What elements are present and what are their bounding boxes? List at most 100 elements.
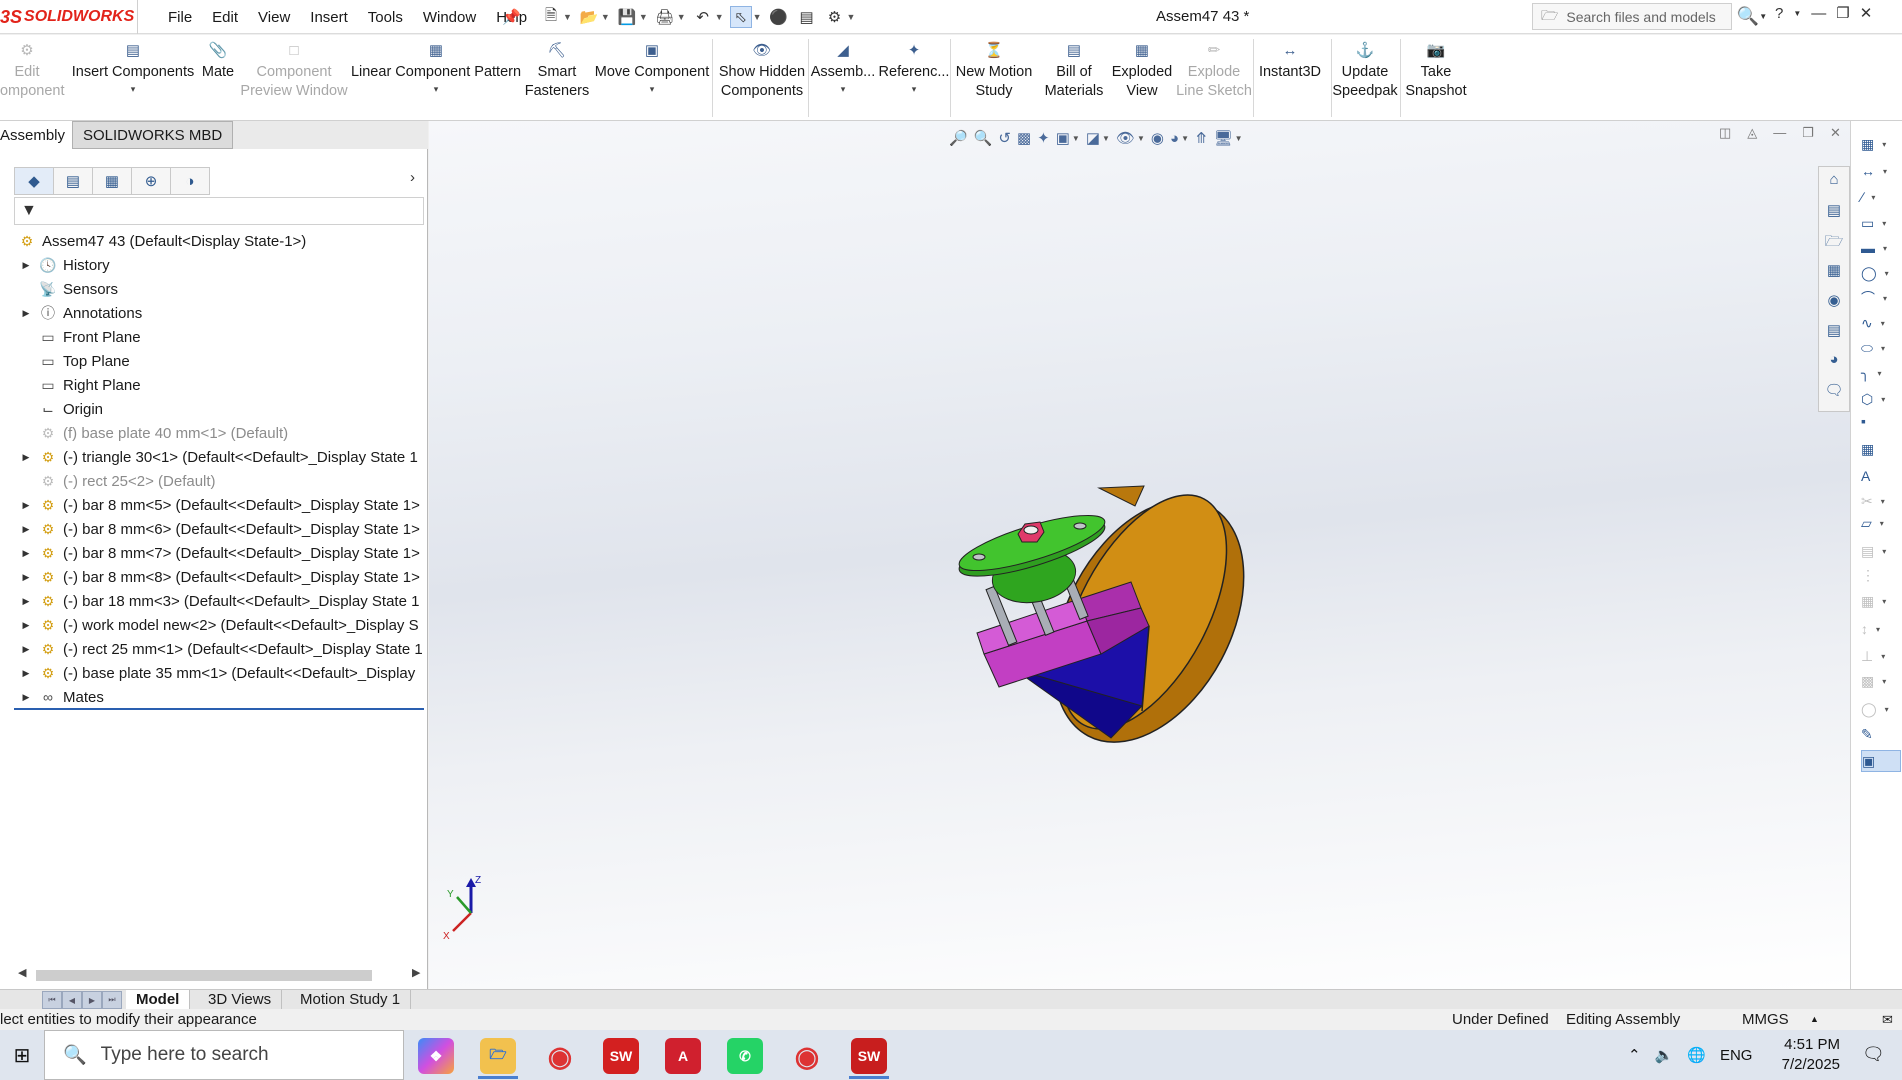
minimize-icon[interactable]: — bbox=[1811, 5, 1826, 22]
update-speedpak-button[interactable]: ⚓ Update Speedpak bbox=[1332, 41, 1397, 101]
zoom-to-fit-icon[interactable]: 🔎 bbox=[949, 129, 968, 147]
next-tab-icon[interactable]: ▶ bbox=[82, 991, 102, 1009]
bill-of-materials-button[interactable]: ▤ Bill of Materials bbox=[1045, 41, 1104, 101]
reference-geometry-button[interactable]: ✦ Referenc... ▾ bbox=[879, 41, 950, 94]
autocad-icon[interactable]: A bbox=[665, 1038, 701, 1074]
tree-item[interactable]: ▶ ⚙ (-) rect 25 mm<1> (Default<<Default>_D… bbox=[0, 637, 428, 661]
status-bar-icon[interactable]: ✉ bbox=[1882, 1009, 1893, 1030]
tree-item[interactable]: ▭ Front Plane bbox=[0, 325, 428, 349]
assembly-features-button[interactable]: ◢ Assemb... ▾ bbox=[811, 41, 875, 94]
explode-line-sketch-button[interactable]: ✏ Explode Line Sketch bbox=[1176, 41, 1252, 101]
display-relations-icon[interactable]: ⊥ ▾ bbox=[1861, 645, 1901, 667]
dimxpert-tab-icon[interactable]: ⊕ bbox=[131, 167, 171, 195]
solidworks-icon[interactable]: SW bbox=[603, 1038, 639, 1074]
fillet-icon[interactable]: ╮ ▾ bbox=[1861, 362, 1901, 384]
zoom-to-area-icon[interactable]: 🔍 bbox=[974, 129, 993, 147]
options-gear-icon[interactable]: ⚙ bbox=[824, 6, 846, 28]
sketch-icon[interactable]: ▦ ▾ bbox=[1861, 133, 1901, 155]
file-properties-icon[interactable]: ▤ bbox=[796, 6, 818, 28]
notification-icon[interactable]: 🗨 bbox=[1862, 1044, 1885, 1065]
trim-icon[interactable]: ✂ ▾ bbox=[1861, 490, 1901, 512]
restore-icon[interactable]: ❐ bbox=[1802, 125, 1814, 141]
close-icon[interactable]: ✕ bbox=[1830, 125, 1841, 141]
search-box[interactable]: 🗁 Search files and models bbox=[1532, 3, 1732, 30]
collapse-panel-icon[interactable]: ◫ bbox=[1719, 125, 1731, 141]
restore-icon[interactable]: ❐ bbox=[1836, 4, 1849, 22]
chevron-down-icon[interactable]: ▾ bbox=[1882, 597, 1886, 606]
tree-item[interactable]: ▶ ⓘ Annotations bbox=[0, 301, 428, 325]
save-icon[interactable]: 💾 bbox=[616, 6, 638, 28]
view-triad-icon[interactable]: ⤊ bbox=[1195, 129, 1208, 147]
take-snapshot-button[interactable]: 📷 Take Snapshot bbox=[1405, 41, 1466, 101]
undo-icon[interactable]: ↶ bbox=[692, 6, 714, 28]
tab-model[interactable]: Model bbox=[126, 990, 191, 1010]
mate-button[interactable]: 📎 Mate bbox=[202, 41, 234, 82]
windows-start-icon[interactable]: ⊞ bbox=[0, 1030, 44, 1080]
expand-arrow-icon[interactable]: ▶ bbox=[19, 524, 33, 535]
expand-arrow-icon[interactable]: ▶ bbox=[19, 620, 33, 631]
feature-tree-tab-icon[interactable]: ◆ bbox=[14, 167, 54, 195]
chevron-down-icon[interactable]: ▼ bbox=[753, 12, 762, 22]
solidworks-logo[interactable]: 3S SOLIDWORKS bbox=[0, 4, 135, 30]
chevron-down-icon[interactable]: ▼ bbox=[1181, 134, 1189, 143]
chevron-down-icon[interactable]: ▾ bbox=[1881, 497, 1885, 506]
chevron-down-icon[interactable]: ▾ bbox=[1881, 319, 1885, 328]
chevron-down-icon[interactable]: ▼ bbox=[1072, 134, 1080, 143]
design-library-icon[interactable]: ▤ bbox=[1827, 201, 1841, 221]
instant3d-button[interactable]: ↔ Instant3D bbox=[1259, 41, 1321, 82]
chevron-down-icon[interactable]: ▼ bbox=[715, 12, 724, 22]
view-settings-icon[interactable]: 🖥 bbox=[1214, 129, 1233, 147]
expand-panel-icon[interactable]: ◬ bbox=[1747, 125, 1757, 141]
rectangle-icon[interactable]: ▭ ▾ bbox=[1861, 212, 1901, 234]
chrome-profile-icon[interactable]: ◉ bbox=[789, 1038, 825, 1074]
configuration-manager-tab-icon[interactable]: ▦ bbox=[92, 167, 132, 195]
last-tab-icon[interactable]: ⏭ bbox=[102, 991, 122, 1009]
display-style-icon[interactable]: ◪ bbox=[1086, 129, 1100, 147]
chevron-down-icon[interactable]: ▼ bbox=[1235, 134, 1243, 143]
polygon-icon[interactable]: ⬡ ▾ bbox=[1861, 388, 1901, 410]
repair-sketch-icon[interactable]: ▩ ▾ bbox=[1861, 670, 1901, 692]
chrome-icon[interactable]: ◉ bbox=[542, 1038, 578, 1074]
display-manager-tab-icon[interactable]: ◑ bbox=[170, 167, 210, 195]
home-icon[interactable]: ⌂ bbox=[1829, 171, 1838, 191]
chevron-down-icon[interactable]: ▾ bbox=[1881, 344, 1885, 353]
menu-window[interactable]: Window bbox=[413, 9, 486, 26]
prev-tab-icon[interactable]: ◀ bbox=[62, 991, 82, 1009]
custom-properties-icon[interactable]: ▤ bbox=[1827, 321, 1841, 341]
move-entities-icon[interactable]: ↕ ▾ bbox=[1861, 618, 1901, 640]
rebuild-icon[interactable]: ⚫ bbox=[768, 6, 790, 28]
linear-component-pattern-button[interactable]: ▦ Linear Component Pattern ▾ bbox=[351, 41, 521, 94]
scrollbar-thumb[interactable] bbox=[36, 970, 372, 981]
chevron-down-icon[interactable]: ▾ bbox=[1885, 705, 1889, 714]
point-icon[interactable]: ▪ bbox=[1861, 410, 1901, 432]
property-manager-tab-icon[interactable]: ▤ bbox=[53, 167, 93, 195]
tab-solidworks-mbd[interactable]: SOLIDWORKS MBD bbox=[72, 121, 234, 149]
circle-icon[interactable]: ◯ ▾ bbox=[1861, 262, 1901, 284]
tree-root-assembly[interactable]: ⚙ Assem47 43 (Default<Display State-1>) bbox=[0, 229, 428, 253]
menu-edit[interactable]: Edit bbox=[202, 9, 248, 26]
horizontal-scrollbar[interactable]: ◀ ▶ bbox=[14, 966, 424, 984]
chevron-down-icon[interactable]: ▼ bbox=[563, 12, 572, 22]
tree-item[interactable]: ▶ ⚙ (-) bar 8 mm<5> (Default<<Default>_Dis… bbox=[0, 493, 428, 517]
smart-fasteners-button[interactable]: ⛏ Smart Fasteners bbox=[525, 41, 589, 101]
select-cursor-icon[interactable]: ⬁ bbox=[729, 6, 752, 28]
expand-arrow-icon[interactable]: ▶ bbox=[19, 668, 33, 679]
chevron-down-icon[interactable]: ▾ bbox=[1877, 369, 1881, 378]
search-icon[interactable]: 🔍 ▼ bbox=[1737, 3, 1767, 30]
chevron-down-icon[interactable]: ▼ bbox=[677, 12, 686, 22]
quick-snaps-icon[interactable]: ◯ ▾ bbox=[1861, 698, 1901, 720]
chevron-down-icon[interactable]: ▾ bbox=[1882, 219, 1886, 228]
dynamic-annotation-icon[interactable]: ✦ bbox=[1037, 129, 1050, 147]
menu-file[interactable]: File bbox=[158, 9, 202, 26]
spline-icon[interactable]: ∿ ▾ bbox=[1861, 312, 1901, 334]
menu-view[interactable]: View bbox=[248, 9, 300, 26]
tree-filter[interactable]: ▼ bbox=[14, 197, 424, 225]
solidworks-2016-icon[interactable]: SW bbox=[851, 1038, 887, 1074]
tree-item[interactable]: ▶ ⚙ (-) bar 8 mm<7> (Default<<Default>_Dis… bbox=[0, 541, 428, 565]
tab-assembly[interactable]: Assembly bbox=[0, 121, 77, 149]
tree-item[interactable]: ▭ Top Plane bbox=[0, 349, 428, 373]
arc-icon[interactable]: ⌒ ▾ bbox=[1861, 287, 1901, 309]
chevron-down-icon[interactable]: ▾ bbox=[1883, 167, 1887, 176]
scroll-right-icon[interactable]: ▶ bbox=[412, 966, 420, 979]
appearances-icon[interactable]: ◉ bbox=[1827, 291, 1840, 311]
